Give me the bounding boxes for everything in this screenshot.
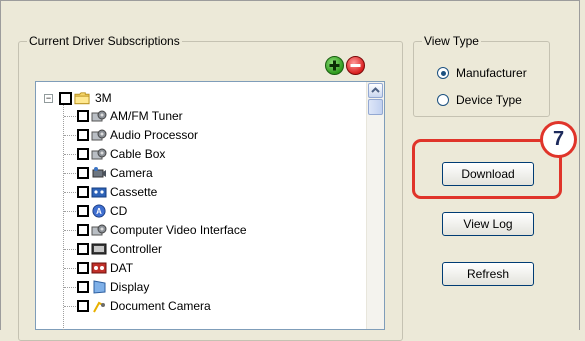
- item-checkbox[interactable]: [77, 281, 89, 293]
- minus-icon: [350, 64, 361, 67]
- tree-connector: [64, 211, 76, 212]
- tree-item-label: Document Camera: [110, 299, 211, 313]
- radio-unselected-indicator[interactable]: [437, 94, 449, 106]
- tree-item-row[interactable]: A CD: [77, 202, 127, 220]
- refresh-button[interactable]: Refresh: [442, 262, 534, 286]
- callout-highlight: [412, 139, 562, 199]
- folder-icon: [74, 90, 90, 106]
- cassette-icon: [91, 184, 107, 200]
- tree-connector: [64, 135, 76, 136]
- device-gear-icon: [91, 108, 107, 124]
- tree-connector: [64, 287, 76, 288]
- item-checkbox[interactable]: [77, 300, 89, 312]
- device-gear-icon: [91, 127, 107, 143]
- plus-icon: [329, 60, 340, 71]
- item-checkbox[interactable]: [77, 110, 89, 122]
- tree-item-row[interactable]: Cable Box: [77, 145, 165, 163]
- tree-item-label: DAT: [110, 261, 134, 275]
- radio-device-type[interactable]: Device Type: [437, 93, 522, 107]
- tree-connector: [64, 306, 76, 307]
- tree-connector: [64, 116, 76, 117]
- tree-connector: [64, 268, 76, 269]
- tree-item-row[interactable]: Display: [77, 278, 149, 296]
- tree-root-label: 3M: [95, 91, 112, 105]
- tree-item-row[interactable]: Document Camera: [77, 297, 211, 315]
- tree-item-label: Cassette: [110, 185, 158, 199]
- view-log-button[interactable]: View Log: [442, 212, 534, 236]
- tree-scrollbar[interactable]: [366, 82, 384, 329]
- tree-item-label: Display: [110, 280, 150, 294]
- item-checkbox[interactable]: [77, 129, 89, 141]
- item-checkbox[interactable]: [77, 243, 89, 255]
- item-checkbox[interactable]: [77, 205, 89, 217]
- item-checkbox[interactable]: [77, 262, 89, 274]
- device-gear-icon: [91, 146, 107, 162]
- collapse-toggle-icon[interactable]: −: [44, 93, 53, 103]
- chevron-up-icon: [371, 87, 380, 93]
- radio-manufacturer[interactable]: Manufacturer: [437, 66, 527, 80]
- tree-item-row[interactable]: Computer Video Interface: [77, 221, 247, 239]
- document-camera-icon: [91, 298, 107, 314]
- callout-step-number: 7: [540, 121, 577, 158]
- radio-manufacturer-label: Manufacturer: [456, 66, 527, 80]
- tree-item-row[interactable]: AM/FM Tuner: [77, 107, 183, 125]
- tree-connector: [64, 249, 76, 250]
- tree-connector: [64, 230, 76, 231]
- item-checkbox[interactable]: [77, 167, 89, 179]
- tree-item-label: Camera: [110, 166, 153, 180]
- root-checkbox[interactable]: [59, 91, 72, 105]
- tree-connector: [64, 154, 76, 155]
- tree-item-row[interactable]: DAT: [77, 259, 133, 277]
- tree-root-row[interactable]: − 3M: [44, 89, 112, 107]
- tree-item-label: Cable Box: [110, 147, 166, 161]
- scroll-thumb[interactable]: [368, 99, 383, 115]
- controller-icon: [91, 241, 107, 257]
- add-subscription-button[interactable]: [325, 56, 344, 75]
- scroll-up-button[interactable]: [368, 83, 383, 98]
- item-checkbox[interactable]: [77, 186, 89, 198]
- svg-text:A: A: [96, 207, 102, 216]
- camera-icon: [91, 165, 107, 181]
- item-checkbox[interactable]: [77, 148, 89, 160]
- remove-subscription-button[interactable]: [346, 56, 365, 75]
- tree-item-label: CD: [110, 204, 128, 218]
- tree-connector: [64, 192, 76, 193]
- radio-device-type-label: Device Type: [456, 93, 522, 107]
- tree-item-row[interactable]: Cassette: [77, 183, 157, 201]
- view-type-group-label: View Type: [422, 34, 481, 48]
- dat-icon: [91, 260, 107, 276]
- item-checkbox[interactable]: [77, 224, 89, 236]
- tree-item-label: AM/FM Tuner: [110, 109, 183, 123]
- tree-connector: [64, 173, 76, 174]
- tree-item-label: Computer Video Interface: [110, 223, 247, 237]
- display-icon: [91, 279, 107, 295]
- tree-item-row[interactable]: Camera: [77, 164, 153, 182]
- tree-item-label: Controller: [110, 242, 163, 256]
- tree-item-row[interactable]: Controller: [77, 240, 162, 258]
- cd-icon: A: [91, 203, 107, 219]
- tree-item-label: Audio Processor: [110, 128, 199, 142]
- radio-selected-indicator[interactable]: [437, 67, 449, 79]
- tree-connector: [63, 103, 64, 330]
- device-gear-icon: [91, 222, 107, 238]
- tree-item-row[interactable]: Audio Processor: [77, 126, 198, 144]
- subscriptions-group-label: Current Driver Subscriptions: [27, 34, 182, 48]
